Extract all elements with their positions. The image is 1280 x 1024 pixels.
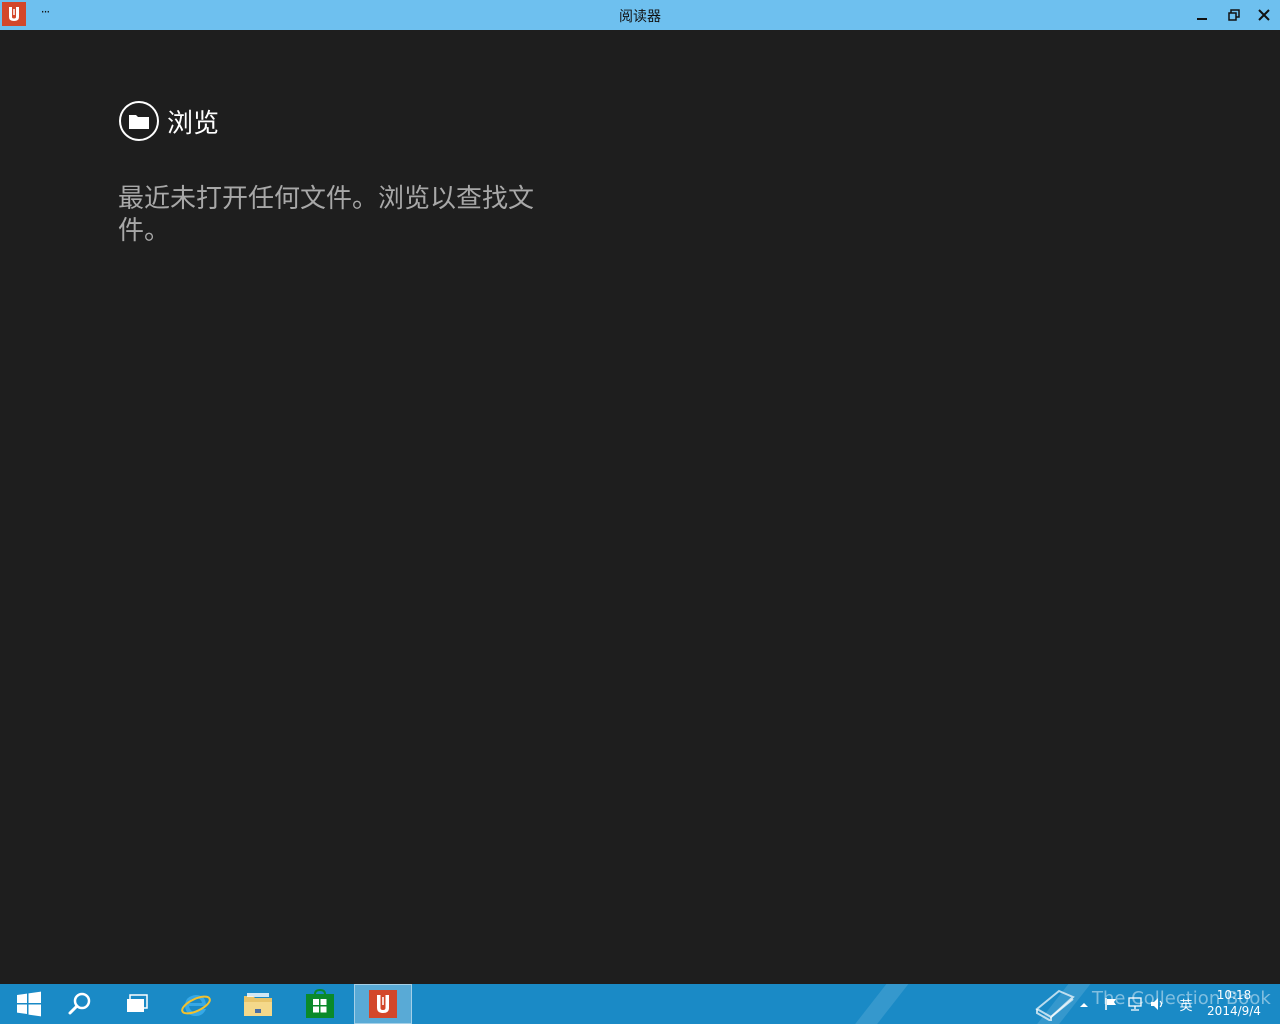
- file-explorer-icon: [244, 993, 272, 1016]
- browse-circle: [119, 101, 159, 141]
- minimize-icon: [1197, 18, 1207, 20]
- taskbar-internet-explorer[interactable]: [167, 984, 225, 1024]
- task-view-button[interactable]: [108, 984, 166, 1024]
- taskbar-decoration: [850, 984, 912, 1024]
- no-recent-files-message: 最近未打开任何文件。浏览以查找文件。: [118, 184, 535, 246]
- book-icon: [1035, 989, 1075, 1021]
- task-view-icon: [127, 994, 148, 1012]
- restore-icon: [1228, 9, 1240, 21]
- reader-icon: [369, 990, 397, 1018]
- window-title: 阅读器: [619, 9, 661, 25]
- taskbar-reader[interactable]: [354, 984, 412, 1024]
- watermark-text: The Collection Book: [1092, 988, 1271, 1009]
- start-button[interactable]: [0, 984, 58, 1024]
- restore-button[interactable]: [1220, 2, 1248, 28]
- close-button[interactable]: [1250, 2, 1278, 28]
- title-bar: ··· 阅读器: [0, 0, 1280, 30]
- taskbar-store[interactable]: [291, 984, 349, 1024]
- reader-main-area: 浏览 最近未打开任何文件。浏览以查找文件。: [0, 30, 1280, 984]
- book-overlay: [1030, 984, 1080, 1024]
- show-hidden-icons-button[interactable]: [1076, 984, 1092, 1024]
- chevron-up-icon: [1080, 1003, 1088, 1007]
- browse-button[interactable]: 浏览: [119, 100, 219, 142]
- browse-label: 浏览: [167, 108, 220, 139]
- folder-icon: [129, 115, 149, 129]
- close-icon: [1258, 9, 1270, 21]
- minimize-button[interactable]: [1188, 2, 1216, 28]
- store-icon: [306, 989, 334, 1018]
- taskbar: 英 10:18 2014/9/4 The Collection Book: [0, 984, 1280, 1024]
- ie-icon: [181, 995, 211, 1016]
- search-icon: [68, 992, 91, 1015]
- taskbar-file-explorer[interactable]: [229, 984, 287, 1024]
- windows-logo-icon: [17, 991, 41, 1017]
- search-button[interactable]: [51, 984, 109, 1024]
